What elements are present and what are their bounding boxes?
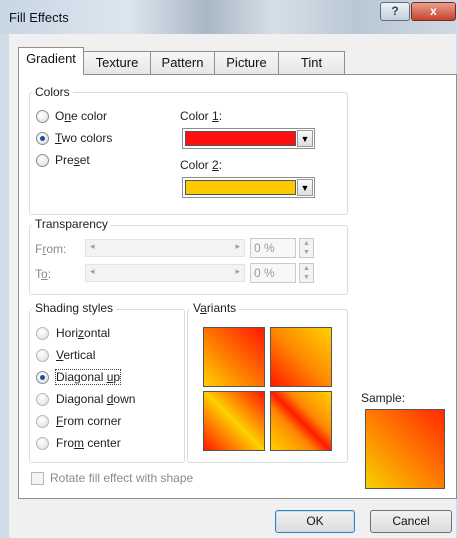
transparency-legend: Transparency xyxy=(32,217,111,231)
to-slider[interactable]: ◂ ▸ xyxy=(85,264,245,282)
ok-button[interactable]: OK xyxy=(275,510,355,533)
from-label: From: xyxy=(35,242,67,256)
chevron-down-icon[interactable]: ▼ xyxy=(297,179,313,196)
variants-legend: Variants xyxy=(190,301,240,315)
variant-bottom-left[interactable] xyxy=(203,391,265,451)
horizontal-label: Horizontal xyxy=(56,326,111,340)
to-label: To: xyxy=(35,267,52,281)
tab-pattern[interactable]: Pattern xyxy=(150,51,215,74)
from-center-radio[interactable] xyxy=(36,437,49,450)
slider-right-arrow-icon: ▸ xyxy=(235,266,240,276)
diagonal-down-label: Diagonal down xyxy=(56,392,136,406)
from-percent-field[interactable]: 0 % xyxy=(250,238,296,258)
cancel-button[interactable]: Cancel xyxy=(370,510,452,533)
diagonal-down-radio[interactable] xyxy=(36,393,49,406)
diagonal-up-radio[interactable] xyxy=(36,371,49,384)
shading-styles-legend: Shading styles xyxy=(32,301,117,315)
title-bar: Fill Effects ? x xyxy=(0,0,458,34)
from-center-label: From center xyxy=(56,436,121,450)
spin-down-icon[interactable]: ▼ xyxy=(300,248,313,257)
vertical-radio[interactable] xyxy=(36,349,49,362)
help-icon: ? xyxy=(391,4,399,18)
variant-top-left[interactable] xyxy=(203,327,265,387)
from-corner-radio[interactable] xyxy=(36,415,49,428)
to-percent-field[interactable]: 0 % xyxy=(250,263,296,283)
color-2-label: Color 2: xyxy=(180,158,223,172)
color-1-swatch xyxy=(185,131,296,146)
horizontal-radio[interactable] xyxy=(36,327,49,340)
one-color-radio[interactable] xyxy=(36,110,49,123)
variant-bottom-right[interactable] xyxy=(270,391,332,451)
preset-label: Preset xyxy=(55,153,90,167)
sample-label: Sample: xyxy=(361,391,406,405)
slider-right-arrow-icon: ▸ xyxy=(235,241,240,251)
close-icon: x xyxy=(430,4,437,18)
tab-strip: Gradient Texture Pattern Picture Tint xyxy=(9,34,449,75)
chevron-down-icon[interactable]: ▼ xyxy=(297,130,313,147)
tab-texture[interactable]: Texture xyxy=(83,51,151,74)
window-frame-left xyxy=(0,34,9,538)
vertical-label: Vertical xyxy=(56,348,96,362)
from-corner-label: From corner xyxy=(56,414,122,428)
two-colors-radio[interactable] xyxy=(36,132,49,145)
spin-down-icon[interactable]: ▼ xyxy=(300,273,313,282)
tab-gradient[interactable]: Gradient xyxy=(18,47,84,75)
spin-up-icon[interactable]: ▲ xyxy=(300,239,313,248)
gradient-tab-panel: Colors One color Two colors Preset Color… xyxy=(18,74,457,499)
colors-legend: Colors xyxy=(32,85,73,99)
tab-picture[interactable]: Picture xyxy=(214,51,279,74)
color-1-label: Color 1: xyxy=(180,109,223,123)
color-2-swatch xyxy=(185,180,296,195)
rotate-fill-checkbox[interactable] xyxy=(31,472,44,485)
slider-left-arrow-icon: ◂ xyxy=(90,241,95,251)
sample-preview xyxy=(365,409,445,489)
two-colors-label: Two colors xyxy=(55,131,113,145)
slider-left-arrow-icon: ◂ xyxy=(90,266,95,276)
preset-radio[interactable] xyxy=(36,154,49,167)
dialog-title: Fill Effects xyxy=(9,10,69,25)
color-1-picker[interactable]: ▼ xyxy=(182,128,315,149)
color-2-picker[interactable]: ▼ xyxy=(182,177,315,198)
from-spinner[interactable]: ▲ ▼ xyxy=(299,238,314,258)
diagonal-up-label: Diagonal up xyxy=(54,369,122,385)
to-spinner[interactable]: ▲ ▼ xyxy=(299,263,314,283)
help-button[interactable]: ? xyxy=(380,2,410,21)
close-button[interactable]: x xyxy=(411,2,456,21)
variant-top-right[interactable] xyxy=(270,327,332,387)
one-color-label: One color xyxy=(55,109,108,123)
transparency-group xyxy=(29,225,348,295)
from-slider[interactable]: ◂ ▸ xyxy=(85,239,245,257)
spin-up-icon[interactable]: ▲ xyxy=(300,264,313,273)
rotate-fill-label: Rotate fill effect with shape xyxy=(50,471,194,485)
fill-effects-dialog: Fill Effects ? x Gradient Texture Patter… xyxy=(0,0,458,538)
tab-tint[interactable]: Tint xyxy=(278,51,345,74)
